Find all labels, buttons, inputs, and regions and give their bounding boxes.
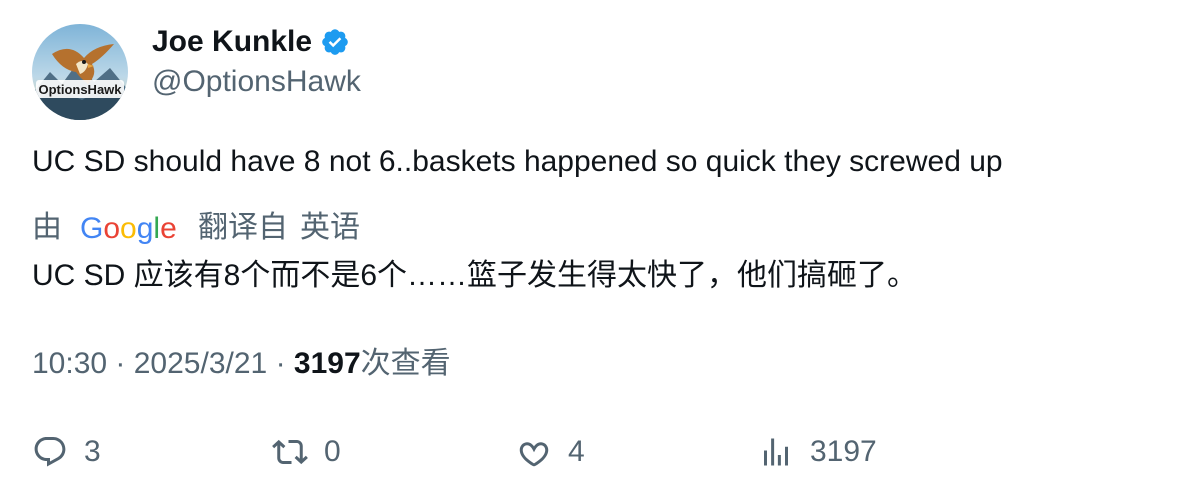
author-name-row: Joe Kunkle xyxy=(152,22,350,62)
tweet-time[interactable]: 10:30 xyxy=(32,347,107,380)
avatar-logo-text: OptionsHawk xyxy=(38,82,122,97)
translation-by-label: 由 xyxy=(32,211,62,244)
translation-attribution: 由 Google 翻译自 英语 xyxy=(32,208,360,248)
like-button[interactable]: 4 xyxy=(516,430,585,474)
avatar[interactable]: OptionsHawk xyxy=(32,24,128,120)
retweet-button[interactable]: 0 xyxy=(272,430,341,474)
action-bar: 3 0 4 3197 xyxy=(32,430,1172,474)
heart-icon xyxy=(519,442,549,467)
reply-button[interactable]: 3 xyxy=(32,430,101,474)
views-action-count: 3197 xyxy=(810,435,877,468)
retweet-icon xyxy=(272,439,308,465)
verified-badge-icon[interactable] xyxy=(320,27,350,57)
translation-from-label: 翻译自 xyxy=(198,211,288,244)
meta-separator: · xyxy=(275,347,294,380)
translated-tweet-text: UC SD 应该有8个而不是6个……篮子发生得太快了，他们搞砸了。 xyxy=(32,259,918,292)
reply-count: 3 xyxy=(84,435,101,468)
views-bar-chart-icon xyxy=(764,438,788,466)
google-logo: Google xyxy=(80,212,177,245)
tweet-text: UC SD should have 8 not 6..baskets happe… xyxy=(32,145,1003,178)
like-count: 4 xyxy=(568,435,585,468)
author-handle[interactable]: @OptionsHawk xyxy=(152,63,361,101)
reply-icon xyxy=(34,437,66,467)
tweet-date[interactable]: 2025/3/21 xyxy=(134,347,267,380)
retweet-count: 0 xyxy=(324,435,341,468)
author-display-name[interactable]: Joe Kunkle xyxy=(152,22,312,62)
views-count: 3197 xyxy=(293,347,361,380)
translation-source-language: 英语 xyxy=(300,211,360,244)
hawk-logo-image: OptionsHawk xyxy=(32,24,128,120)
svg-text:Google: Google xyxy=(80,212,177,245)
meta-separator: · xyxy=(115,347,134,380)
views-label: 次查看 xyxy=(360,347,451,380)
tweet-meta: 10:30 · 2025/3/21 · 3197次查看 xyxy=(32,344,451,384)
views-button[interactable]: 3197 xyxy=(758,430,877,474)
